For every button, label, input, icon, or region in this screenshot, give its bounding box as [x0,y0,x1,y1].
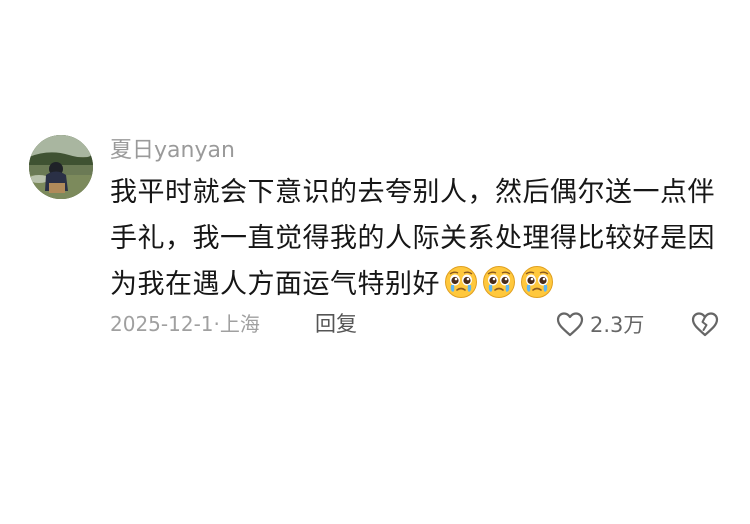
comment-body: 我平时就会下意识的去夸别人，然后偶尔送一点伴 手礼，我一直觉得我的人际关系处理得… [110,170,730,308]
comment-text-line: 手礼，我一直觉得我的人际关系处理得比较好是因 [110,223,715,254]
broken-heart-icon [691,312,719,337]
pleading-face-icon [521,266,553,298]
avatar-image [29,135,93,199]
like-button[interactable]: 2.3万 [556,309,644,339]
comment-date-location: 2025-12-1·上海 [110,312,260,336]
comment-item: 夏日yanyan 我平时就会下意识的去夸别人，然后偶尔送一点伴 手礼，我一直觉得… [0,0,750,524]
dislike-button[interactable] [690,310,720,340]
comment-text-line: 为我在遇人方面运气特别好 [110,269,440,300]
heart-outline-icon [556,312,584,337]
pleading-face-icon [445,266,477,298]
comment-text-line-last: 为我在遇人方面运气特别好 [110,262,730,308]
like-count: 2.3万 [590,313,645,337]
avatar[interactable] [29,135,93,199]
pleading-face-icon [483,266,515,298]
comment-author[interactable]: 夏日yanyan [110,137,235,165]
reply-button[interactable]: 回复 [315,310,357,338]
comment-text-line: 我平时就会下意识的去夸别人，然后偶尔送一点伴 [110,177,715,208]
